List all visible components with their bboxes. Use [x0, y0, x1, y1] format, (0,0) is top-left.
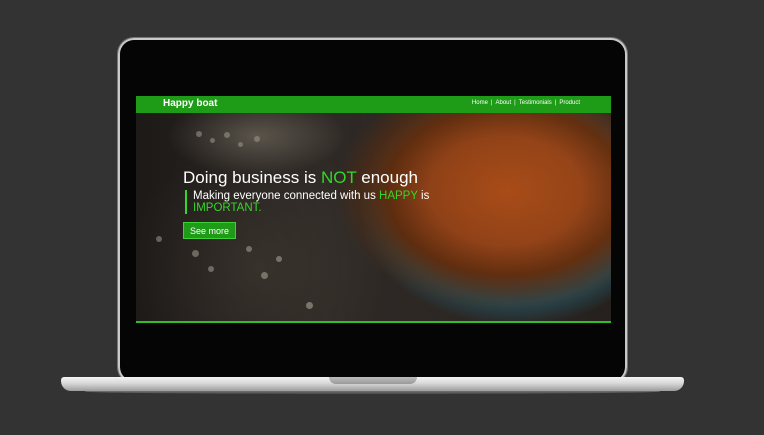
nav-link-about[interactable]: About: [495, 100, 511, 106]
website-screen: Happy boat Home | About | Testimonials |…: [136, 96, 611, 323]
navbar: Happy boat Home | About | Testimonials |…: [136, 96, 611, 113]
hero-subtext: Making everyone connected with us HAPPY …: [185, 190, 433, 214]
nav-links: Home | About | Testimonials | Product: [472, 100, 580, 106]
subtext-middle: is: [417, 190, 430, 202]
nav-link-home[interactable]: Home: [472, 100, 488, 106]
nav-separator: |: [514, 100, 516, 106]
hero-bottom-border: [136, 321, 611, 323]
brand-logo[interactable]: Happy boat: [163, 98, 217, 109]
headline-text-before: Doing business is: [183, 168, 321, 187]
laptop-notch: [329, 377, 417, 384]
nav-link-testimonials[interactable]: Testimonials: [519, 100, 552, 106]
subtext-highlight-happy: HAPPY: [379, 190, 418, 202]
hero-headline: Doing business is NOT enough: [183, 168, 418, 188]
nav-separator: |: [554, 100, 557, 106]
nav-separator: |: [490, 100, 493, 106]
see-more-button[interactable]: See more: [183, 222, 236, 239]
headline-text-after: enough: [356, 168, 418, 187]
headline-highlight: NOT: [320, 168, 357, 187]
subtext-highlight-important: IMPORTANT.: [193, 202, 262, 214]
nav-link-product[interactable]: Product: [559, 100, 580, 106]
subtext-before: Making everyone connected with us: [193, 190, 380, 202]
